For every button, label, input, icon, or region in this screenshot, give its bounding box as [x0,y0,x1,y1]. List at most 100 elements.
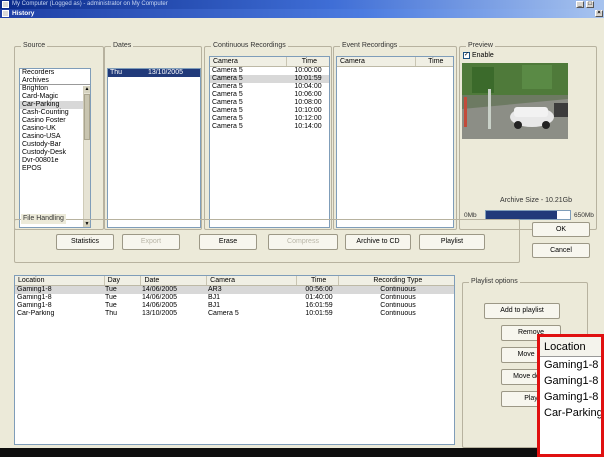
continuous-header: Camera Time [210,57,329,67]
cell-date: 14/06/2005 [142,302,178,309]
recording-row[interactable]: Camera 5 10:06:00 [210,91,329,99]
table-row[interactable]: Gaming1-8 Tue 14/06/2005 BJ1 01:40:00 Continu… [15,294,454,302]
cell-time: 01:40:00 [305,294,333,301]
cancel-button[interactable]: Cancel [532,243,590,258]
scroll-thumb[interactable] [84,94,90,140]
recording-time: 10:04:00 [294,83,322,90]
cell-date: 14/06/2005 [142,286,178,293]
recording-camera: Camera 5 [212,107,243,114]
table-row[interactable]: Gaming1-8 Tue 14/06/2005 BJ1 16:01:59 Continu… [15,302,454,310]
cell-day: Thu [105,310,118,317]
recording-row[interactable]: Camera 5 10:04:00 [210,83,329,91]
list-item[interactable]: Brighton [20,85,90,93]
list-item[interactable]: Card-Magic [20,93,90,101]
dates-group: Dates Thu 13/10/2005 [104,41,202,230]
event-list[interactable]: Camera Time [336,56,454,228]
export-button[interactable]: Export [122,234,180,250]
playlist-button[interactable]: Playlist [419,234,485,250]
cell-time: 10:01:59 [305,310,333,317]
add-to-playlist-button[interactable]: Add to playlist [484,303,560,319]
date-row[interactable]: Thu 13/10/2005 [108,69,200,77]
list-item[interactable]: Custody-Bar [20,141,90,149]
list-item[interactable]: Dvr-00801e [20,157,90,165]
source-list[interactable]: Recorders Archives Brighton Card-Magic C… [19,68,91,228]
zoom-row: Gaming1-8 [544,391,599,403]
recording-camera: Camera 5 [212,99,243,106]
table-row[interactable]: Car-Parking Thu 13/10/2005 Camera 5 10:01:59… [15,310,454,318]
compress-button[interactable]: Compress [268,234,338,250]
list-item[interactable]: Casino-USA [20,133,90,141]
title-bar[interactable]: History × [0,9,604,18]
list-item[interactable]: Casino Foster [20,117,90,125]
col-time[interactable]: Time [297,276,339,285]
recording-row[interactable]: Camera 5 10:10:00 [210,107,329,115]
progress-min-label: 0Mb [464,212,477,219]
recording-time: 10:06:00 [294,91,322,98]
continuous-label: Continuous Recordings [211,41,288,51]
enable-checkbox[interactable]: ✓ Enable [463,52,494,59]
recording-row[interactable]: Camera 5 10:01:59 [210,75,329,83]
maximize-button[interactable]: □ [586,1,594,8]
date-value: 13/10/2005 [147,69,183,76]
list-item[interactable]: Casino-UK [20,125,90,133]
checkbox-checked-icon[interactable]: ✓ [463,52,470,59]
continuous-rows: Camera 5 10:00:00 Camera 5 10:01:59 Camera 5… [210,67,329,131]
playlist-table[interactable]: Location Day Date Camera Time Recording … [14,275,455,445]
col-day[interactable]: Day [105,276,142,285]
scroll-up-icon[interactable]: ▲ [84,86,90,93]
list-item-selected[interactable]: Car-Parking [20,101,90,109]
source-scrollbar[interactable]: ▲ ▼ [83,86,90,227]
playlist-header: Location Day Date Camera Time Recording … [15,276,454,286]
recording-time: 10:10:00 [294,107,322,114]
col-camera[interactable]: Camera [207,276,297,285]
table-row[interactable]: Gaming1-8 Tue 14/06/2005 AR3 00:56:00 Continu… [15,286,454,294]
event-header: Camera Time [337,57,453,67]
continuous-list[interactable]: Camera Time Camera 5 10:00:00 Camera 5 10:0… [209,56,330,228]
source-group: Source Recorders Archives Brighton Card-… [14,41,104,230]
recording-camera: Camera 5 [212,67,243,74]
recording-camera: Camera 5 [212,75,243,82]
dates-list[interactable]: Thu 13/10/2005 [107,68,201,228]
col-camera[interactable]: Camera [210,57,287,66]
col-location[interactable]: Location [15,276,105,285]
ok-button[interactable]: OK [532,222,590,237]
statistics-button[interactable]: Statistics [56,234,114,250]
col-time[interactable]: Time [287,57,329,66]
list-item[interactable]: Cash-Counting [20,109,90,117]
col-date[interactable]: Date [141,276,208,285]
status-bar [0,448,604,457]
list-item[interactable]: Custody-Desk [20,149,90,157]
erase-button[interactable]: Erase [199,234,257,250]
outer-title-bar[interactable]: My Computer (Logged as) - administrator … [0,0,604,9]
file-handling-label: File Handling [21,214,66,224]
cell-location: Gaming1-8 [17,286,52,293]
recording-time: 10:01:59 [294,75,322,82]
zoom-row: Car-Parking [544,407,603,419]
list-item-archives[interactable]: Archives [20,77,90,85]
col-camera[interactable]: Camera [337,57,416,66]
recording-row[interactable]: Camera 5 10:12:00 [210,115,329,123]
recording-row[interactable]: Camera 5 10:14:00 [210,123,329,131]
recording-time: 10:00:00 [294,67,322,74]
recording-row[interactable]: Camera 5 10:08:00 [210,99,329,107]
playlist-options-label: Playlist options [469,277,520,287]
minimize-button[interactable]: _ [576,1,584,8]
playlist-rows: Gaming1-8 Tue 14/06/2005 AR3 00:56:00 Continu… [15,286,454,318]
zoom-header: Location [540,337,601,357]
archive-to-cd-button[interactable]: Archive to CD [345,234,411,250]
cell-camera: AR3 [208,286,222,293]
close-button[interactable]: × [595,10,603,17]
col-time[interactable]: Time [416,57,453,66]
col-recording-type[interactable]: Recording Type [339,276,454,285]
recording-time: 10:14:00 [294,123,322,130]
cell-location: Gaming1-8 [17,294,52,301]
continuous-group: Continuous Recordings Camera Time Camera… [204,41,332,230]
cell-day: Tue [105,294,117,301]
list-item[interactable]: EPOS [20,165,90,173]
camera-preview-image [462,63,568,139]
app-icon [2,1,9,8]
recording-row[interactable]: Camera 5 10:00:00 [210,67,329,75]
cell-camera: Camera 5 [208,310,239,317]
list-item-recorders[interactable]: Recorders [20,69,90,77]
zoom-row: Gaming1-8 [544,359,599,371]
